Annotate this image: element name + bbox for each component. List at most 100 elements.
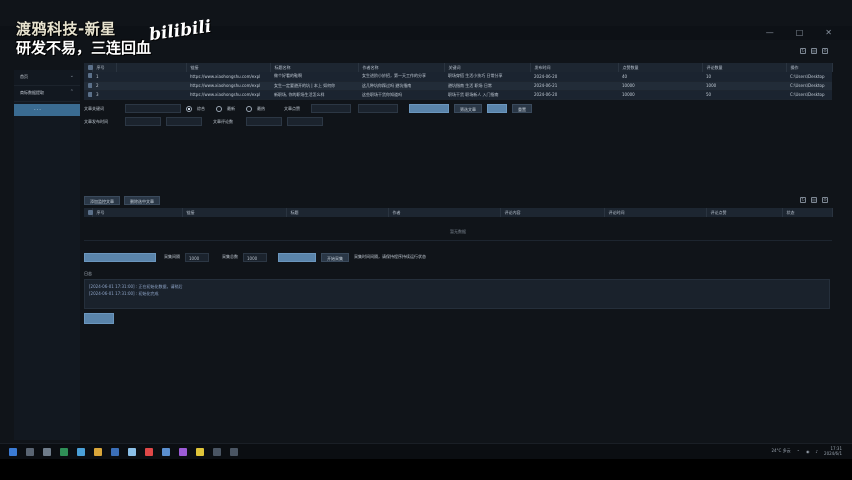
collect-controls: 采集间隔 1000 采集总数 1000 开始采集 采集时间间隔，请保持程序持续运…	[84, 251, 832, 263]
select-all-checkbox[interactable]	[88, 64, 93, 70]
clock[interactable]: 17:31 2024/6/1	[824, 446, 842, 456]
weather-text[interactable]: 24°C 多云	[771, 448, 790, 454]
radio-latest[interactable]	[216, 105, 222, 112]
sidebar: 首页 ⌄ 商标数据提取 ⌃ - - -	[14, 70, 80, 440]
date-to-input[interactable]	[166, 117, 202, 126]
app-icon[interactable]	[213, 447, 221, 456]
cell-title: 新职场, 你的职场生活怎么样	[270, 90, 358, 100]
radio-comprehensive[interactable]	[186, 105, 192, 112]
sidebar-item-extract[interactable]: 商标数据提取 ⌃	[14, 86, 80, 102]
header-col: 状态	[782, 208, 833, 217]
header-col: 评论点赞	[706, 208, 783, 217]
app-icon[interactable]	[94, 447, 102, 456]
main-content: ↻ ▤ ⚙ 序号 链接 标题名称 作者名称 关键词 发布时间 点赞数量 评论数量…	[84, 46, 833, 324]
log-line: [2024-06-01 17:31:00] : 正在初始化数据，请稍后	[89, 284, 183, 289]
reset-button[interactable]: 重置	[512, 104, 532, 113]
comment-to-input[interactable]	[287, 117, 323, 126]
cell-index: 1	[92, 72, 116, 82]
maximize-icon[interactable]: □	[796, 28, 804, 37]
cell-date: 2024-06-20	[530, 90, 618, 100]
radio-hottest[interactable]	[246, 105, 252, 112]
app-icon[interactable]	[111, 447, 119, 456]
start-icon[interactable]	[9, 447, 17, 456]
volume-icon[interactable]: ♪	[815, 449, 818, 454]
row-checkbox[interactable]	[88, 73, 92, 79]
app-icon[interactable]	[77, 447, 85, 456]
header-col: 链接	[186, 63, 271, 72]
watermark-line1: 渡鸦科技-新星	[16, 20, 116, 38]
sidebar-subitem-active[interactable]: - - -	[14, 104, 80, 116]
taskview-icon[interactable]	[43, 447, 51, 456]
header-col: 作者	[388, 208, 501, 217]
chevron-up-icon[interactable]: ⌃	[797, 449, 800, 454]
settings-icon[interactable]: ⚙	[822, 197, 828, 203]
top-table-toolbar: ↻ ▤ ⚙	[800, 48, 828, 54]
table-row[interactable]: 1 https://www.xiaohongshu.com/expl 做个好看的…	[84, 72, 832, 82]
action-button-2[interactable]	[487, 104, 507, 113]
cell-action[interactable]: C:\Users\Desktop	[786, 81, 832, 91]
app-icon[interactable]	[196, 447, 204, 456]
app-icon[interactable]	[230, 447, 238, 456]
cell-url: https://www.xiaohongshu.com/expl	[186, 72, 270, 82]
header-col: 评论时间	[604, 208, 707, 217]
header-col: 链接	[182, 208, 287, 217]
log-box: [2024-06-01 17:31:00] : 正在初始化数据，请稍后 [202…	[84, 279, 830, 309]
add-monitor-button[interactable]: 添加监控文章	[84, 195, 120, 205]
cell-likes: 10000	[618, 90, 702, 100]
app-icon[interactable]	[128, 447, 136, 456]
cell-title: 做个好看的鞋啊	[270, 72, 358, 82]
app-icon[interactable]	[179, 447, 187, 456]
row-checkbox[interactable]	[88, 91, 92, 97]
action-button[interactable]	[409, 104, 449, 113]
comment-panel: 添加监控文章 删除选中文章 ↻ ▤ ⚙ 序号 链接 标题 作者 评论内容 评论时…	[84, 194, 833, 324]
log-action-button[interactable]	[84, 313, 114, 324]
keyword-input[interactable]	[125, 104, 181, 113]
article-table: 序号 链接 标题名称 作者名称 关键词 发布时间 点赞数量 评论数量 操作 1 …	[84, 63, 833, 100]
network-icon[interactable]: ◉	[806, 449, 810, 454]
table-row[interactable]: 3 https://www.xiaohongshu.com/expl 新职场, …	[84, 90, 832, 100]
search-icon[interactable]	[26, 447, 34, 456]
interval-label: 采集间隔	[164, 254, 180, 259]
refresh-icon[interactable]: ↻	[800, 197, 806, 203]
start-collect-button[interactable]: 开始采集	[321, 252, 349, 262]
cell-date: 2024-06-21	[530, 81, 618, 91]
sidebar-item-home[interactable]: 首页 ⌄	[14, 70, 80, 86]
filter-article-button[interactable]: 筛选文章	[454, 104, 482, 113]
app-icon[interactable]	[60, 447, 68, 456]
like-from-input[interactable]	[311, 104, 351, 113]
comment-table: 序号 链接 标题 作者 评论内容 评论时间 评论点赞 状态	[84, 208, 833, 217]
print-icon[interactable]: ▤	[811, 48, 817, 54]
filter-row-2: 文章发布时间 文章评论数	[84, 116, 832, 128]
like-to-input[interactable]	[358, 104, 398, 113]
interval-input[interactable]: 1000	[185, 252, 209, 262]
collect-action-button[interactable]	[84, 252, 156, 262]
cell-blank	[116, 81, 186, 91]
cell-action[interactable]: C:\Users\Desktop	[786, 72, 832, 82]
total-input[interactable]: 1000	[243, 252, 267, 262]
comment-from-input[interactable]	[246, 117, 282, 126]
cell-content: 女生进阶小妙招，第一天工作的分享	[358, 72, 444, 82]
header-col: 标题名称	[270, 63, 359, 72]
app-icon[interactable]	[145, 447, 153, 456]
close-icon[interactable]: ✕	[825, 28, 832, 37]
table-row[interactable]: 2 https://www.xiaohongshu.com/expl 女生一定要…	[84, 81, 832, 91]
delete-selected-button[interactable]: 删除选中文章	[124, 195, 160, 205]
date-from-input[interactable]	[125, 117, 161, 126]
print-icon[interactable]: ▤	[811, 197, 817, 203]
row-checkbox[interactable]	[88, 82, 92, 88]
header-col: 点赞数量	[618, 63, 703, 72]
comment-table-toolbar: ↻ ▤ ⚙	[800, 197, 828, 203]
table-header: 序号 链接 标题名称 作者名称 关键词 发布时间 点赞数量 评论数量 操作	[84, 63, 833, 72]
app-icon[interactable]	[162, 447, 170, 456]
settings-icon[interactable]: ⚙	[822, 48, 828, 54]
refresh-icon[interactable]: ↻	[800, 48, 806, 54]
cell-url: https://www.xiaohongshu.com/expl	[186, 81, 270, 91]
select-all-checkbox[interactable]	[88, 209, 93, 215]
cell-index: 2	[92, 81, 116, 91]
minimize-icon[interactable]: —	[766, 28, 774, 37]
header-col: 发布时间	[530, 63, 619, 72]
cell-action[interactable]: C:\Users\Desktop	[786, 90, 832, 100]
table-header: 序号 链接 标题 作者 评论内容 评论时间 评论点赞 状态	[84, 208, 833, 217]
chevron-up-icon: ⌃	[69, 89, 74, 95]
collect-action-button-2[interactable]	[278, 252, 316, 262]
